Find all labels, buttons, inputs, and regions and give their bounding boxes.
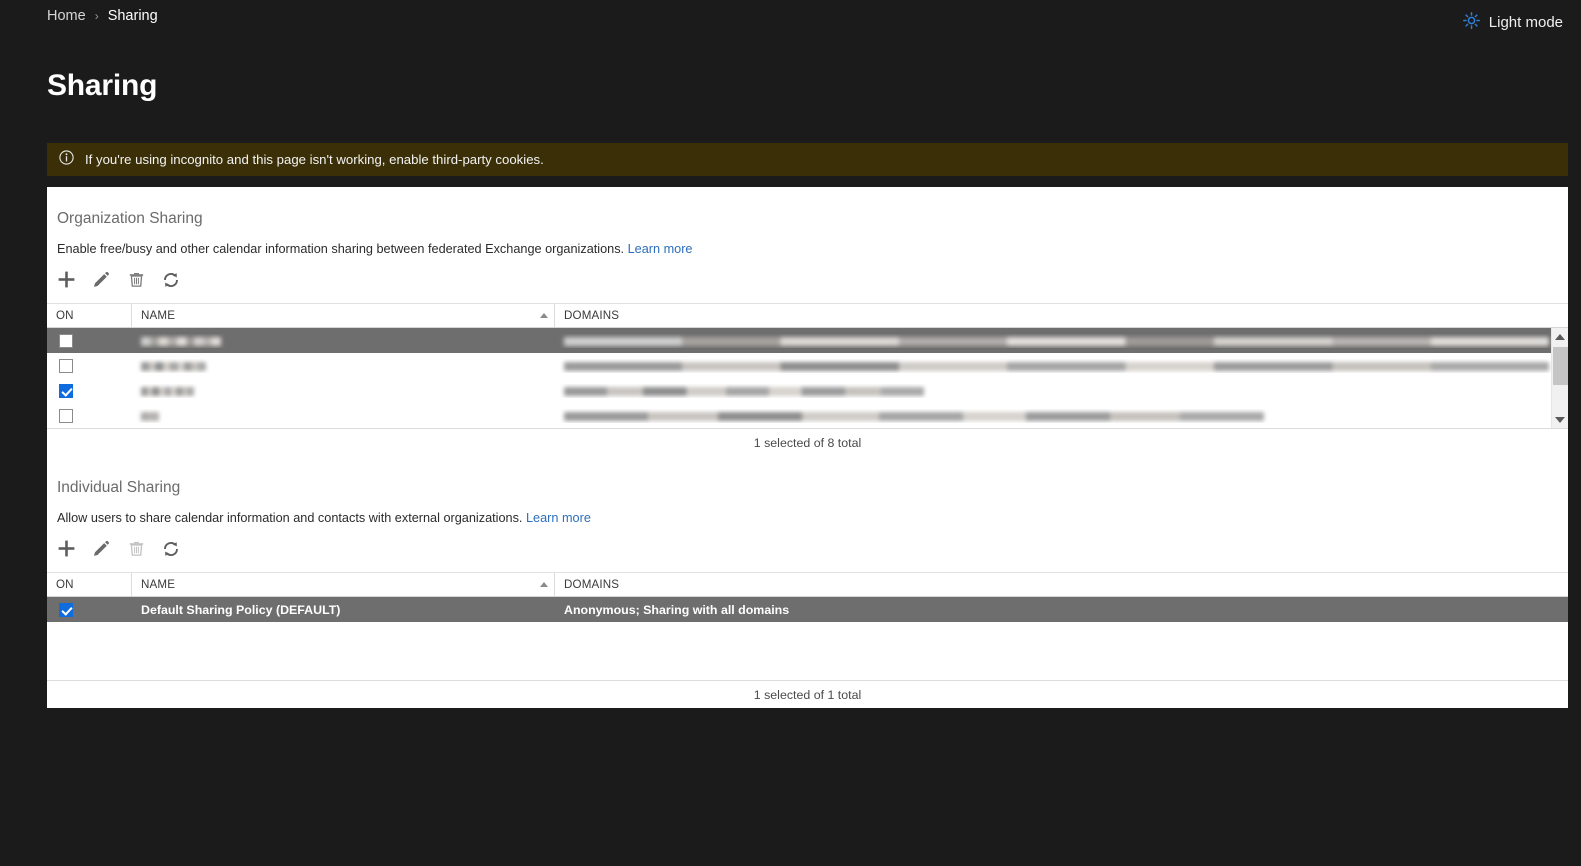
cookie-notification-banner: If you're using incognito and this page …	[47, 143, 1568, 176]
individual-sharing-grid: ON NAME DOMAINS Default Sharing Policy (…	[47, 572, 1568, 708]
redacted-domains-text	[564, 361, 1549, 371]
add-button[interactable]	[53, 268, 79, 294]
plus-icon	[57, 270, 76, 292]
light-mode-toggle[interactable]: Light mode	[1462, 12, 1563, 33]
organization-sharing-description: Enable free/busy and other calendar info…	[47, 228, 1568, 256]
redacted-domains-text	[564, 411, 1264, 421]
individual-sharing-description-text: Allow users to share calendar informatio…	[57, 511, 523, 525]
organization-sharing-footer: 1 selected of 8 total	[47, 428, 1568, 456]
sort-ascending-icon	[540, 313, 548, 318]
row-checkbox[interactable]	[59, 383, 73, 398]
redacted-name-text	[141, 411, 159, 421]
individual-sharing-title: Individual Sharing	[57, 479, 181, 496]
pencil-icon	[92, 271, 110, 292]
row-on-cell	[47, 383, 132, 398]
scroll-up-arrow[interactable]	[1552, 328, 1568, 345]
organization-sharing-toolbar	[47, 256, 1568, 303]
individual-sharing-description: Allow users to share calendar informatio…	[47, 497, 1568, 525]
info-circle-icon	[59, 149, 74, 170]
refresh-icon	[162, 271, 180, 292]
row-checkbox[interactable]	[59, 602, 73, 617]
grid-header-row: ON NAME DOMAINS	[47, 304, 1568, 328]
column-header-name[interactable]: NAME	[132, 304, 555, 327]
sun-icon	[1462, 12, 1480, 33]
scroll-down-arrow[interactable]	[1552, 411, 1568, 428]
breadcrumb-home-link[interactable]: Home	[47, 8, 86, 24]
page-title: Sharing	[47, 69, 158, 102]
row-checkbox[interactable]	[59, 408, 73, 423]
pencil-icon	[92, 540, 110, 561]
individual-sharing-toolbar	[47, 525, 1568, 572]
plus-icon	[57, 539, 76, 561]
triangle-down-icon	[1555, 416, 1565, 423]
organization-sharing-description-text: Enable free/busy and other calendar info…	[57, 242, 625, 256]
edit-button[interactable]	[88, 268, 114, 294]
row-checkbox[interactable]	[59, 333, 73, 348]
vertical-scrollbar[interactable]	[1551, 328, 1568, 428]
row-on-cell	[47, 602, 132, 617]
individual-sharing-learn-more-link[interactable]: Learn more	[526, 511, 591, 525]
top-bar: Home › Sharing Light mode	[0, 0, 1581, 42]
column-header-name-label: NAME	[141, 309, 176, 322]
trash-icon	[128, 540, 145, 560]
column-header-name-label: NAME	[141, 578, 176, 591]
table-row[interactable]: Default Sharing Policy (DEFAULT) Anonymou…	[47, 597, 1568, 622]
table-row[interactable]	[47, 403, 1568, 428]
refresh-icon	[162, 540, 180, 561]
row-domains-cell	[555, 409, 1568, 423]
row-name-cell	[132, 334, 555, 348]
table-row[interactable]	[47, 328, 1568, 353]
organization-sharing-learn-more-link[interactable]: Learn more	[628, 242, 693, 256]
row-name-cell	[132, 409, 555, 423]
row-on-cell	[47, 408, 132, 423]
refresh-button[interactable]	[158, 268, 184, 294]
row-checkbox[interactable]	[59, 358, 73, 373]
refresh-button[interactable]	[158, 537, 184, 563]
scrollbar-thumb[interactable]	[1553, 347, 1568, 385]
organization-sharing-title: Organization Sharing	[57, 210, 203, 227]
add-button[interactable]	[53, 537, 79, 563]
row-name-cell	[132, 359, 555, 373]
organization-sharing-rows	[47, 328, 1568, 428]
redacted-domains-text	[564, 336, 1549, 346]
redacted-domains-text	[564, 386, 924, 396]
organization-sharing-grid: ON NAME DOMAINS 1 selected of 8 total	[47, 303, 1568, 456]
banner-text: If you're using incognito and this page …	[85, 152, 544, 167]
row-domains-cell	[555, 359, 1568, 373]
delete-button[interactable]	[123, 268, 149, 294]
table-row[interactable]	[47, 353, 1568, 378]
edit-button[interactable]	[88, 537, 114, 563]
individual-sharing-rows: Default Sharing Policy (DEFAULT) Anonymou…	[47, 597, 1568, 680]
row-on-cell	[47, 358, 132, 373]
redacted-name-text	[141, 361, 206, 371]
trash-icon	[128, 271, 145, 291]
column-header-on[interactable]: ON	[47, 304, 132, 327]
sort-ascending-icon	[540, 582, 548, 587]
column-header-domains[interactable]: DOMAINS	[555, 304, 1568, 327]
light-mode-label: Light mode	[1488, 14, 1563, 31]
triangle-up-icon	[1555, 333, 1565, 340]
row-domains-cell	[555, 334, 1568, 348]
column-header-domains[interactable]: DOMAINS	[555, 573, 1568, 596]
column-header-on[interactable]: ON	[47, 573, 132, 596]
column-header-name[interactable]: NAME	[132, 573, 555, 596]
row-on-cell	[47, 333, 132, 348]
organization-sharing-section: Organization Sharing Enable free/busy an…	[47, 187, 1568, 456]
breadcrumb-current: Sharing	[107, 8, 158, 24]
breadcrumb: Home › Sharing	[47, 8, 158, 24]
row-name-cell	[132, 384, 555, 398]
table-row[interactable]	[47, 378, 1568, 403]
grid-header-row: ON NAME DOMAINS	[47, 573, 1568, 597]
row-domains-cell	[555, 384, 1568, 398]
chevron-right-icon: ›	[94, 9, 99, 23]
content-panel: Organization Sharing Enable free/busy an…	[47, 187, 1568, 708]
delete-button	[123, 537, 149, 563]
row-domains-cell: Anonymous; Sharing with all domains	[564, 602, 790, 617]
redacted-name-text	[141, 386, 194, 396]
individual-sharing-footer: 1 selected of 1 total	[47, 680, 1568, 708]
row-name-cell: Default Sharing Policy (DEFAULT)	[141, 602, 341, 617]
redacted-name-text	[141, 336, 221, 346]
individual-sharing-section: Individual Sharing Allow users to share …	[47, 456, 1568, 708]
